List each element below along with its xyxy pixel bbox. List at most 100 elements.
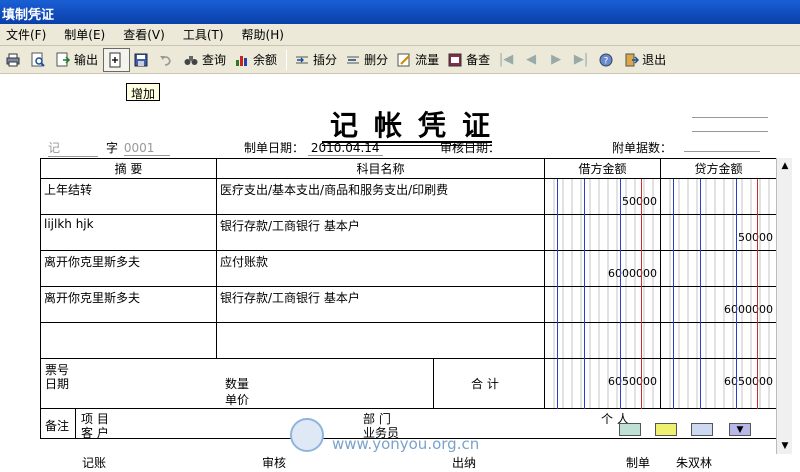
audit-date: 审核日期： [440, 139, 500, 156]
toolbar-separator [286, 49, 288, 70]
debit-cell[interactable]: 6000000 [544, 250, 661, 287]
voucher-type-field[interactable]: 记 [48, 139, 98, 157]
total-credit-cell: 6050000 [660, 358, 777, 409]
print-button[interactable] [2, 48, 27, 72]
credit-cell[interactable] [660, 250, 777, 287]
attachments-field[interactable] [683, 151, 760, 152]
help-button[interactable]: ? [595, 48, 620, 72]
summary-cell[interactable]: lijlkh hjk [40, 214, 217, 251]
credit-cell[interactable] [660, 178, 777, 215]
card-icon[interactable] [619, 423, 641, 436]
output-button[interactable]: 输出 [52, 48, 103, 72]
account-text: 医疗支出/基本支出/商品和服务支出/印刷费 [220, 183, 449, 197]
prev-arrow-icon: ◀ [526, 52, 537, 67]
query-label: 查询 [202, 53, 227, 67]
summary-cell[interactable]: 离开你克里斯多夫 [40, 286, 217, 323]
add-button[interactable] [103, 47, 131, 72]
cashier-label: 出纳 [452, 456, 477, 470]
exit-door-icon [623, 52, 640, 68]
last-arrow-icon: ▶| [573, 52, 589, 67]
last-record-button[interactable]: ▶| [570, 48, 595, 72]
scroll-up-arrow-icon[interactable]: ▲ [777, 158, 793, 174]
delete-entry-label: 删分 [364, 53, 389, 67]
first-arrow-icon: |◀ [498, 52, 514, 67]
top-right-rule [692, 131, 768, 132]
debit-cell[interactable] [544, 286, 661, 323]
remarks-cell: 备注 项 目 客 户 部 门 业务员 个 人 ▼ [40, 408, 777, 440]
account-cell[interactable] [216, 322, 545, 359]
undo-icon [158, 52, 174, 68]
remark-query-button[interactable]: 备查 [444, 48, 495, 72]
balance-button[interactable]: 余额 [231, 48, 282, 72]
floppy-disk-icon [133, 52, 149, 68]
exit-button[interactable]: 退出 [620, 48, 671, 72]
expand-icon[interactable]: ▼ [729, 423, 751, 436]
insert-entry-button[interactable]: 插分 [291, 48, 342, 72]
add-document-icon [107, 52, 123, 68]
prev-record-button[interactable]: ◀ [520, 48, 545, 72]
amount-guide-line [557, 179, 558, 409]
credit-cell[interactable]: 6000000 [660, 286, 777, 323]
delete-entry-button[interactable]: 删分 [342, 48, 393, 72]
query-button[interactable]: 查询 [180, 48, 231, 72]
amount-guide-line [584, 179, 585, 409]
menu-tools[interactable]: 工具(T) [174, 26, 233, 43]
summary-text: 离开你克里斯多夫 [44, 291, 141, 305]
output-label: 输出 [74, 53, 99, 67]
vertical-scrollbar[interactable]: ▲ ▼ [776, 158, 792, 454]
account-cell[interactable]: 银行存款/工商银行 基本户 [216, 286, 545, 323]
summary-header: 摘 要 [40, 158, 217, 179]
save-button[interactable] [130, 48, 155, 72]
menu-help[interactable]: 帮助(H) [233, 26, 293, 43]
voucher-number-field[interactable]: 0001 [123, 141, 170, 156]
account-text: 银行存款/工商银行 基本户 [220, 219, 360, 233]
account-cell[interactable]: 银行存款/工商银行 基本户 [216, 214, 545, 251]
menu-make[interactable]: 制单(E) [55, 26, 114, 43]
audit-date-label: 审核日期： [440, 141, 501, 155]
add-tooltip: 增加 [126, 83, 161, 101]
insert-row-icon [294, 52, 310, 68]
summary-cell[interactable]: 离开你克里斯多夫 [40, 250, 217, 287]
summary-cell[interactable]: 上年结转 [40, 178, 217, 215]
cash-flow-button[interactable]: 流量 [393, 48, 444, 72]
magnifier-icon [30, 52, 46, 68]
credit-cell[interactable] [660, 322, 777, 359]
card-icon[interactable] [691, 423, 713, 436]
account-cell[interactable]: 应付账款 [216, 250, 545, 287]
total-debit: 6050000 [608, 375, 657, 388]
summary-text [41, 323, 216, 327]
debit-cell[interactable] [544, 214, 661, 251]
export-icon [55, 52, 71, 68]
total-label: 合 计 [471, 377, 499, 391]
card-icon[interactable] [655, 423, 677, 436]
menu-file[interactable]: 文件(F) [0, 26, 55, 43]
make-date-field[interactable]: 2010.04.14 [307, 141, 383, 156]
debit-cell[interactable] [544, 322, 661, 359]
svg-text:?: ? [604, 56, 609, 66]
debit-amount: 6000000 [608, 267, 657, 280]
preview-button[interactable] [27, 48, 52, 72]
account-cell[interactable]: 医疗支出/基本支出/商品和服务支出/印刷费 [216, 178, 545, 215]
debit-cell[interactable]: 50000 [544, 178, 661, 215]
account-text [217, 323, 544, 327]
aux-info-cell: 票号 日期 数量 单价 合 计 [40, 358, 545, 409]
voucher-title: 记帐凭证 [330, 109, 507, 142]
bookkeeper-label: 记账 [82, 456, 107, 470]
balance-label: 余额 [253, 53, 278, 67]
menu-view[interactable]: 查看(V) [114, 26, 174, 43]
amount-guide-line [736, 179, 737, 409]
film-book-icon [447, 52, 463, 68]
next-record-button[interactable]: ▶ [545, 48, 570, 72]
summary-cell[interactable] [40, 322, 217, 359]
first-record-button[interactable]: |◀ [495, 48, 520, 72]
exit-label: 退出 [642, 53, 667, 67]
entry-row: 离开你克里斯多夫 银行存款/工商银行 基本户 6000000 [40, 286, 777, 323]
total-debit-cell: 6050000 [544, 358, 661, 409]
voucher-table: 摘 要 科目名称 借方金额 贷方金额 上年结转 医疗支出/基本支出/商品和服务支… [40, 158, 777, 440]
voucher-word: 字 0001 [106, 139, 170, 156]
undo-button[interactable] [155, 48, 180, 72]
credit-cell[interactable]: 50000 [660, 214, 777, 251]
voucher-document: 记帐凭证 记 字 0001 制单日期： 2010.04.14 审核日期： 附单据… [0, 75, 800, 472]
maker-name: 朱双林 [676, 456, 713, 470]
scroll-down-arrow-icon[interactable]: ▼ [777, 438, 793, 454]
